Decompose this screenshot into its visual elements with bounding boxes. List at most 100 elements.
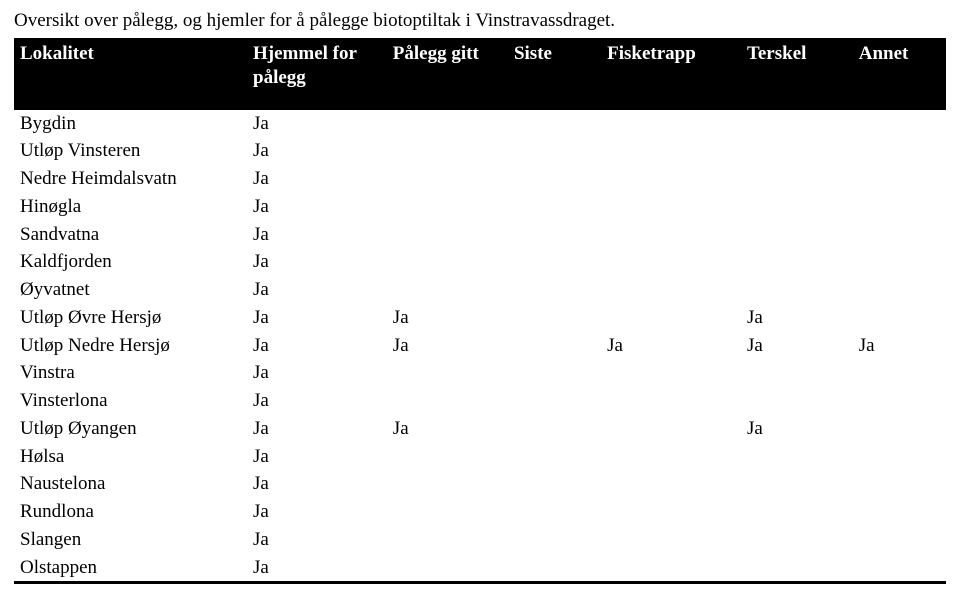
cell-hjemmel: Ja [247, 304, 387, 332]
table-header-row: Lokalitet Hjemmel for pålegg Pålegg gitt… [14, 38, 946, 110]
cell-lokalitet: Nedre Heimdalsvatn [14, 165, 247, 193]
cell-terskel [741, 443, 853, 471]
cell-annet [853, 110, 946, 138]
cell-hjemmel: Ja [247, 554, 387, 583]
cell-hjemmel: Ja [247, 526, 387, 554]
table-row: HølsaJa [14, 443, 946, 471]
cell-hjemmel: Ja [247, 359, 387, 387]
table-row: RundlonaJa [14, 498, 946, 526]
cell-lokalitet: Olstappen [14, 554, 247, 583]
cell-hjemmel: Ja [247, 110, 387, 138]
table-row: OlstappenJa [14, 554, 946, 583]
cell-annet [853, 165, 946, 193]
cell-lokalitet: Utløp Vinsteren [14, 137, 247, 165]
table-row: KaldfjordenJa [14, 248, 946, 276]
cell-lokalitet: Slangen [14, 526, 247, 554]
cell-palegg [387, 387, 508, 415]
cell-siste [508, 304, 601, 332]
overview-table: Lokalitet Hjemmel for pålegg Pålegg gitt… [14, 38, 946, 584]
cell-annet [853, 193, 946, 221]
header-fisketrapp: Fisketrapp [601, 38, 741, 110]
cell-terskel [741, 470, 853, 498]
cell-fisketrapp [601, 415, 741, 443]
cell-terskel [741, 498, 853, 526]
cell-fisketrapp [601, 526, 741, 554]
cell-lokalitet: Vinstra [14, 359, 247, 387]
table-row: SlangenJa [14, 526, 946, 554]
cell-fisketrapp [601, 276, 741, 304]
cell-hjemmel: Ja [247, 221, 387, 249]
cell-palegg [387, 221, 508, 249]
header-terskel: Terskel [741, 38, 853, 110]
cell-annet [853, 498, 946, 526]
cell-hjemmel: Ja [247, 332, 387, 360]
table-row: VinstraJa [14, 359, 946, 387]
cell-hjemmel: Ja [247, 415, 387, 443]
cell-fisketrapp [601, 554, 741, 583]
cell-terskel: Ja [741, 304, 853, 332]
cell-siste [508, 165, 601, 193]
cell-fisketrapp [601, 359, 741, 387]
cell-palegg [387, 193, 508, 221]
cell-annet [853, 415, 946, 443]
table-row: Utløp Nedre HersjøJaJaJaJaJa [14, 332, 946, 360]
cell-lokalitet: Hinøgla [14, 193, 247, 221]
header-lokalitet: Lokalitet [14, 38, 247, 110]
cell-lokalitet: Bygdin [14, 110, 247, 138]
cell-siste [508, 470, 601, 498]
cell-terskel [741, 276, 853, 304]
cell-lokalitet: Utløp Øvre Hersjø [14, 304, 247, 332]
cell-lokalitet: Øyvatnet [14, 276, 247, 304]
cell-annet [853, 359, 946, 387]
cell-fisketrapp: Ja [601, 332, 741, 360]
cell-annet: Ja [853, 332, 946, 360]
cell-siste [508, 498, 601, 526]
header-hjemmel: Hjemmel for pålegg [247, 38, 387, 110]
cell-hjemmel: Ja [247, 165, 387, 193]
cell-annet [853, 470, 946, 498]
cell-palegg [387, 359, 508, 387]
cell-lokalitet: Rundlona [14, 498, 247, 526]
header-siste: Siste [508, 38, 601, 110]
cell-annet [853, 554, 946, 583]
cell-terskel [741, 387, 853, 415]
cell-hjemmel: Ja [247, 193, 387, 221]
cell-fisketrapp [601, 193, 741, 221]
cell-annet [853, 137, 946, 165]
cell-annet [853, 526, 946, 554]
cell-lokalitet: Vinsterlona [14, 387, 247, 415]
cell-palegg: Ja [387, 332, 508, 360]
cell-siste [508, 332, 601, 360]
cell-hjemmel: Ja [247, 248, 387, 276]
cell-terskel [741, 221, 853, 249]
table-row: ØyvatnetJa [14, 276, 946, 304]
table-row: Utløp ØyangenJaJaJa [14, 415, 946, 443]
cell-terskel [741, 193, 853, 221]
cell-palegg [387, 276, 508, 304]
table-row: SandvatnaJa [14, 221, 946, 249]
cell-siste [508, 359, 601, 387]
cell-fisketrapp [601, 470, 741, 498]
cell-terskel: Ja [741, 415, 853, 443]
cell-palegg [387, 470, 508, 498]
cell-terskel [741, 526, 853, 554]
cell-annet [853, 221, 946, 249]
cell-terskel [741, 165, 853, 193]
cell-lokalitet: Kaldfjorden [14, 248, 247, 276]
cell-lokalitet: Hølsa [14, 443, 247, 471]
cell-annet [853, 304, 946, 332]
table-row: BygdinJa [14, 110, 946, 138]
cell-terskel [741, 110, 853, 138]
cell-siste [508, 554, 601, 583]
cell-lokalitet: Utløp Øyangen [14, 415, 247, 443]
table-row: NaustelonaJa [14, 470, 946, 498]
cell-annet [853, 276, 946, 304]
cell-palegg [387, 165, 508, 193]
cell-siste [508, 443, 601, 471]
table-row: VinsterlonaJa [14, 387, 946, 415]
cell-hjemmel: Ja [247, 470, 387, 498]
cell-fisketrapp [601, 110, 741, 138]
table-body: BygdinJaUtløp VinsterenJaNedre Heimdalsv… [14, 110, 946, 583]
cell-terskel [741, 359, 853, 387]
table-row: HinøglaJa [14, 193, 946, 221]
